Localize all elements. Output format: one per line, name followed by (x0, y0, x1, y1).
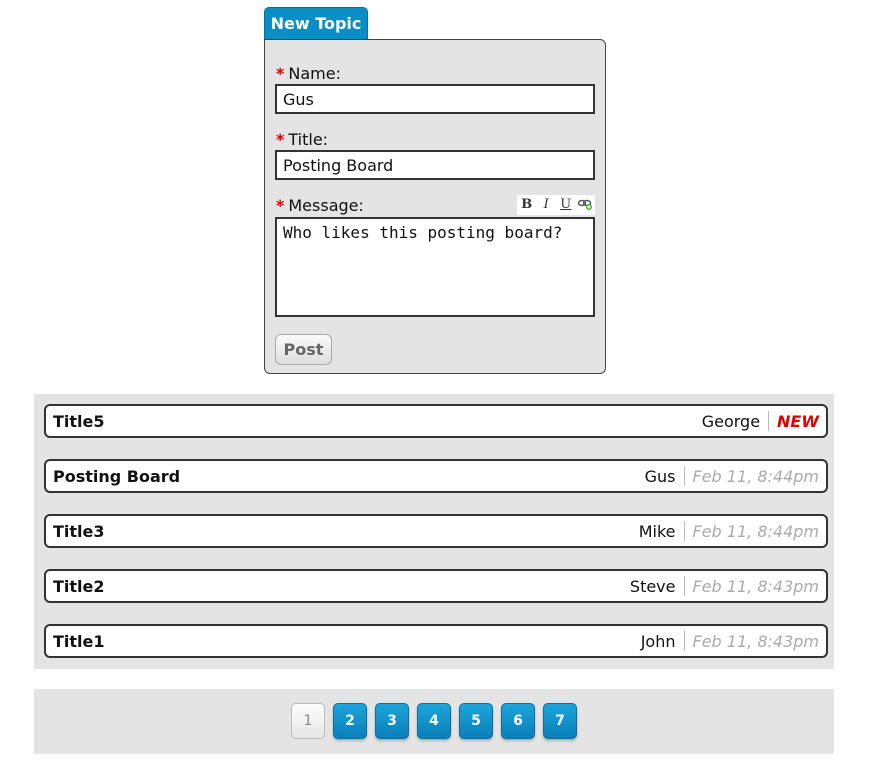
page-button[interactable]: 7 (543, 703, 577, 739)
topic-row[interactable]: Title2 Steve Feb 11, 8:43pm (44, 569, 828, 603)
name-label: * Name: (276, 64, 341, 84)
link-icon[interactable] (577, 197, 593, 213)
topic-date: Feb 11, 8:44pm (692, 466, 820, 486)
message-label-text: Message: (288, 196, 364, 215)
topic-row[interactable]: Posting Board Gus Feb 11, 8:44pm (44, 459, 828, 493)
bold-button[interactable]: B (519, 197, 535, 213)
new-topic-tab[interactable]: New Topic (264, 7, 368, 39)
page-button[interactable]: 4 (417, 703, 451, 739)
topic-row[interactable]: Title3 Mike Feb 11, 8:44pm (44, 514, 828, 548)
topic-author: Mike (638, 521, 676, 541)
topic-divider (683, 631, 685, 651)
page-button-current: 1 (291, 703, 325, 739)
underline-button[interactable]: U (558, 197, 574, 213)
italic-button[interactable]: I (538, 197, 554, 213)
topic-author: Gus (644, 466, 676, 486)
topic-title: Title1 (53, 631, 105, 651)
topic-title: Title5 (53, 411, 105, 431)
topic-author: Steve (629, 576, 676, 596)
page-button[interactable]: 3 (375, 703, 409, 739)
pagination: 1 2 3 4 5 6 7 (34, 689, 834, 754)
topic-row[interactable]: Title1 John Feb 11, 8:43pm (44, 624, 828, 658)
topic-author: John (640, 631, 676, 651)
format-toolbar: B I U (517, 195, 595, 215)
title-label: * Title: (276, 130, 328, 150)
page-button[interactable]: 5 (459, 703, 493, 739)
topic-author: George (701, 411, 761, 431)
page-button[interactable]: 6 (501, 703, 535, 739)
required-marker: * (276, 64, 285, 83)
topic-divider (683, 576, 685, 596)
topic-divider (683, 521, 685, 541)
topic-divider (683, 466, 685, 486)
topic-title: Title2 (53, 576, 105, 596)
topic-title: Posting Board (53, 466, 181, 486)
topic-divider (768, 411, 770, 431)
topic-date: Feb 11, 8:44pm (692, 521, 820, 541)
new-badge: NEW (777, 411, 819, 431)
new-topic-panel: *Name: *Title: *Message: B I U Who likes… (264, 39, 606, 374)
post-button[interactable]: Post (275, 334, 332, 365)
name-label-text: Name: (288, 64, 341, 83)
topic-row[interactable]: Title5 George NEW (44, 404, 828, 438)
required-marker: * (276, 196, 285, 215)
topic-date: Feb 11, 8:43pm (692, 631, 820, 651)
topic-title: Title3 (53, 521, 105, 541)
topic-list: Title5 George NEW Posting Board Gus Feb … (34, 394, 834, 669)
name-field[interactable] (275, 84, 595, 114)
message-label: * Message: (276, 196, 364, 216)
page-button[interactable]: 2 (333, 703, 367, 739)
message-field[interactable]: Who likes this posting board? (275, 217, 595, 317)
required-marker: * (276, 130, 285, 149)
title-label-text: Title: (288, 130, 329, 149)
topic-date: Feb 11, 8:43pm (692, 576, 820, 596)
title-field[interactable] (275, 150, 595, 180)
